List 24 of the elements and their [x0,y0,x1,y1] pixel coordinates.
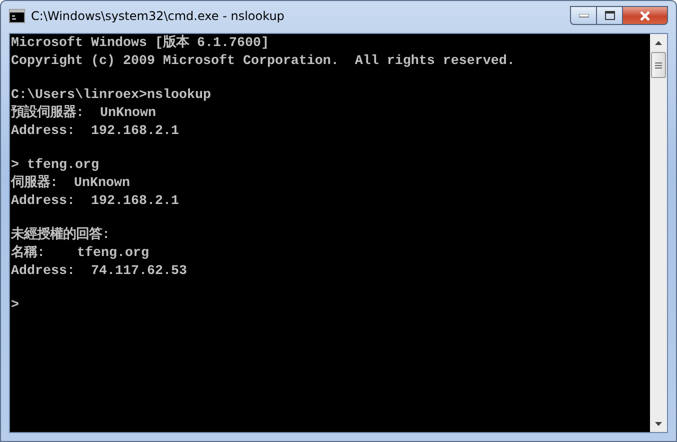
console-line: Address: 192.168.2.1 [11,193,179,211]
console-line: 未經授權的回答: [11,227,110,244]
maximize-icon [604,11,614,20]
scrollbar[interactable] [650,34,667,432]
scroll-up-icon[interactable] [655,40,662,44]
scrollbar-thumb[interactable] [651,52,666,78]
console-line: Copyright (c) 2009 Microsoft Corporation. All rights reserved. [11,53,515,71]
console-line: C:\Users\linroex>nslookup [11,87,211,104]
console-line: 名稱: tfeng.org [11,245,149,263]
console-line: Microsoft Windows [版本 6.1.7600] [11,35,269,53]
close-button[interactable] [623,6,668,25]
console-icon [9,9,25,23]
minimize-icon [578,14,588,18]
console-line: > tfeng.org [11,157,99,175]
close-icon [639,10,651,20]
console-line: 伺服器: UnKnown [11,175,130,193]
console-line: Address: 192.168.2.1 [11,123,179,141]
minimize-button[interactable] [570,6,597,25]
console-line: 預設伺服器: UnKnown [11,105,156,123]
maximize-button[interactable] [597,6,623,25]
window-title: C:\Windows\system32\cmd.exe - nslookup [31,8,284,25]
console-line: > [11,297,19,315]
scroll-down-icon[interactable] [655,422,662,426]
console-line: Address: 74.117.62.53 [11,263,187,281]
